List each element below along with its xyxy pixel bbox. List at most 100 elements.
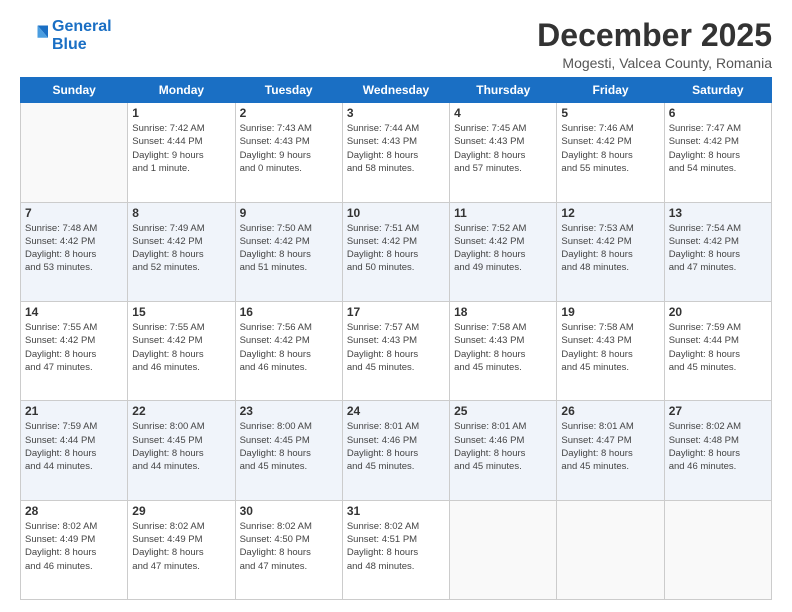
day-info: Sunrise: 8:01 AMSunset: 4:46 PMDaylight:…	[347, 420, 445, 473]
day-info: Sunrise: 7:58 AMSunset: 4:43 PMDaylight:…	[561, 321, 659, 374]
logo: General Blue	[20, 18, 112, 53]
calendar-cell	[450, 500, 557, 599]
calendar-cell: 10Sunrise: 7:51 AMSunset: 4:42 PMDayligh…	[342, 202, 449, 301]
day-number: 13	[669, 206, 767, 220]
calendar-header-tuesday: Tuesday	[235, 78, 342, 103]
day-number: 27	[669, 404, 767, 418]
day-number: 8	[132, 206, 230, 220]
calendar-header-wednesday: Wednesday	[342, 78, 449, 103]
day-info: Sunrise: 8:00 AMSunset: 4:45 PMDaylight:…	[132, 420, 230, 473]
calendar-cell: 14 Sunrise: 7:55 AMSunset: 4:42 PMDayligh…	[21, 301, 128, 400]
calendar-week-row: 1 Sunrise: 7:42 AMSunset: 4:44 PMDaylight…	[21, 103, 772, 202]
day-info: Sunrise: 7:59 AMSunset: 4:44 PMDaylight:…	[25, 420, 123, 473]
header: General Blue December 2025 Mogesti, Valc…	[20, 18, 772, 71]
calendar-cell: 19 Sunrise: 7:58 AMSunset: 4:43 PMDayligh…	[557, 301, 664, 400]
day-number: 14	[25, 305, 123, 319]
calendar-cell: 16 Sunrise: 7:56 AMSunset: 4:42 PMDayligh…	[235, 301, 342, 400]
calendar-week-row: 21 Sunrise: 7:59 AMSunset: 4:44 PMDayligh…	[21, 401, 772, 500]
calendar-week-row: 14 Sunrise: 7:55 AMSunset: 4:42 PMDayligh…	[21, 301, 772, 400]
calendar-cell: 15 Sunrise: 7:55 AMSunset: 4:42 PMDayligh…	[128, 301, 235, 400]
day-number: 30	[240, 504, 338, 518]
subtitle: Mogesti, Valcea County, Romania	[537, 55, 772, 71]
calendar-cell: 18Sunrise: 7:58 AMSunset: 4:43 PMDayligh…	[450, 301, 557, 400]
day-number: 19	[561, 305, 659, 319]
title-block: December 2025 Mogesti, Valcea County, Ro…	[537, 18, 772, 71]
calendar-cell: 1 Sunrise: 7:42 AMSunset: 4:44 PMDaylight…	[128, 103, 235, 202]
calendar-header-sunday: Sunday	[21, 78, 128, 103]
calendar-cell: 5Sunrise: 7:46 AMSunset: 4:42 PMDaylight…	[557, 103, 664, 202]
calendar-cell: 7 Sunrise: 7:48 AMSunset: 4:42 PMDaylight…	[21, 202, 128, 301]
day-info: Sunrise: 7:48 AMSunset: 4:42 PMDaylight:…	[25, 222, 123, 275]
calendar-cell: 2Sunrise: 7:43 AMSunset: 4:43 PMDaylight…	[235, 103, 342, 202]
calendar-cell: 27Sunrise: 8:02 AMSunset: 4:48 PMDayligh…	[664, 401, 771, 500]
calendar-header-thursday: Thursday	[450, 78, 557, 103]
day-info: Sunrise: 7:49 AMSunset: 4:42 PMDaylight:…	[132, 222, 230, 275]
day-number: 3	[347, 106, 445, 120]
day-number: 31	[347, 504, 445, 518]
day-number: 21	[25, 404, 123, 418]
calendar-header-friday: Friday	[557, 78, 664, 103]
calendar-cell: 6Sunrise: 7:47 AMSunset: 4:42 PMDaylight…	[664, 103, 771, 202]
logo-text: General Blue	[52, 18, 112, 53]
day-number: 26	[561, 404, 659, 418]
day-info: Sunrise: 7:47 AMSunset: 4:42 PMDaylight:…	[669, 122, 767, 175]
calendar-cell: 29 Sunrise: 8:02 AMSunset: 4:49 PMDayligh…	[128, 500, 235, 599]
day-number: 16	[240, 305, 338, 319]
day-number: 7	[25, 206, 123, 220]
calendar-cell: 31 Sunrise: 8:02 AMSunset: 4:51 PMDayligh…	[342, 500, 449, 599]
day-info: Sunrise: 7:55 AMSunset: 4:42 PMDaylight:…	[25, 321, 123, 374]
day-number: 25	[454, 404, 552, 418]
calendar-cell	[21, 103, 128, 202]
calendar-cell	[557, 500, 664, 599]
day-info: Sunrise: 8:02 AMSunset: 4:51 PMDaylight:…	[347, 520, 445, 573]
day-number: 9	[240, 206, 338, 220]
day-number: 4	[454, 106, 552, 120]
day-number: 10	[347, 206, 445, 220]
calendar-cell: 30 Sunrise: 8:02 AMSunset: 4:50 PMDayligh…	[235, 500, 342, 599]
calendar-cell: 11Sunrise: 7:52 AMSunset: 4:42 PMDayligh…	[450, 202, 557, 301]
calendar-cell: 28 Sunrise: 8:02 AMSunset: 4:49 PMDayligh…	[21, 500, 128, 599]
calendar-cell: 12Sunrise: 7:53 AMSunset: 4:42 PMDayligh…	[557, 202, 664, 301]
calendar-cell: 22 Sunrise: 8:00 AMSunset: 4:45 PMDayligh…	[128, 401, 235, 500]
day-info: Sunrise: 8:02 AMSunset: 4:50 PMDaylight:…	[240, 520, 338, 573]
day-number: 1	[132, 106, 230, 120]
calendar-cell: 25Sunrise: 8:01 AMSunset: 4:46 PMDayligh…	[450, 401, 557, 500]
day-number: 22	[132, 404, 230, 418]
day-info: Sunrise: 7:53 AMSunset: 4:42 PMDaylight:…	[561, 222, 659, 275]
calendar-week-row: 7 Sunrise: 7:48 AMSunset: 4:42 PMDaylight…	[21, 202, 772, 301]
calendar-week-row: 28 Sunrise: 8:02 AMSunset: 4:49 PMDayligh…	[21, 500, 772, 599]
calendar-cell: 26Sunrise: 8:01 AMSunset: 4:47 PMDayligh…	[557, 401, 664, 500]
main-title: December 2025	[537, 18, 772, 53]
day-info: Sunrise: 7:50 AMSunset: 4:42 PMDaylight:…	[240, 222, 338, 275]
calendar-cell: 17 Sunrise: 7:57 AMSunset: 4:43 PMDayligh…	[342, 301, 449, 400]
day-number: 20	[669, 305, 767, 319]
day-info: Sunrise: 7:42 AMSunset: 4:44 PMDaylight:…	[132, 122, 230, 175]
calendar-table: SundayMondayTuesdayWednesdayThursdayFrid…	[20, 77, 772, 600]
calendar-cell: 24Sunrise: 8:01 AMSunset: 4:46 PMDayligh…	[342, 401, 449, 500]
calendar-header-saturday: Saturday	[664, 78, 771, 103]
day-info: Sunrise: 7:56 AMSunset: 4:42 PMDaylight:…	[240, 321, 338, 374]
calendar-cell: 4Sunrise: 7:45 AMSunset: 4:43 PMDaylight…	[450, 103, 557, 202]
day-info: Sunrise: 7:46 AMSunset: 4:42 PMDaylight:…	[561, 122, 659, 175]
day-info: Sunrise: 8:00 AMSunset: 4:45 PMDaylight:…	[240, 420, 338, 473]
calendar-header-monday: Monday	[128, 78, 235, 103]
day-number: 17	[347, 305, 445, 319]
calendar-cell: 3 Sunrise: 7:44 AMSunset: 4:43 PMDaylight…	[342, 103, 449, 202]
calendar-header-row: SundayMondayTuesdayWednesdayThursdayFrid…	[21, 78, 772, 103]
calendar-cell: 23 Sunrise: 8:00 AMSunset: 4:45 PMDayligh…	[235, 401, 342, 500]
day-number: 23	[240, 404, 338, 418]
day-number: 29	[132, 504, 230, 518]
calendar-cell: 9 Sunrise: 7:50 AMSunset: 4:42 PMDaylight…	[235, 202, 342, 301]
day-number: 15	[132, 305, 230, 319]
day-number: 28	[25, 504, 123, 518]
day-info: Sunrise: 7:43 AMSunset: 4:43 PMDaylight:…	[240, 122, 338, 175]
day-info: Sunrise: 8:02 AMSunset: 4:49 PMDaylight:…	[132, 520, 230, 573]
day-info: Sunrise: 7:54 AMSunset: 4:42 PMDaylight:…	[669, 222, 767, 275]
day-info: Sunrise: 7:57 AMSunset: 4:43 PMDaylight:…	[347, 321, 445, 374]
calendar-cell: 8 Sunrise: 7:49 AMSunset: 4:42 PMDaylight…	[128, 202, 235, 301]
day-info: Sunrise: 7:55 AMSunset: 4:42 PMDaylight:…	[132, 321, 230, 374]
day-info: Sunrise: 7:44 AMSunset: 4:43 PMDaylight:…	[347, 122, 445, 175]
page: General Blue December 2025 Mogesti, Valc…	[0, 0, 792, 612]
day-info: Sunrise: 7:58 AMSunset: 4:43 PMDaylight:…	[454, 321, 552, 374]
day-info: Sunrise: 8:02 AMSunset: 4:49 PMDaylight:…	[25, 520, 123, 573]
